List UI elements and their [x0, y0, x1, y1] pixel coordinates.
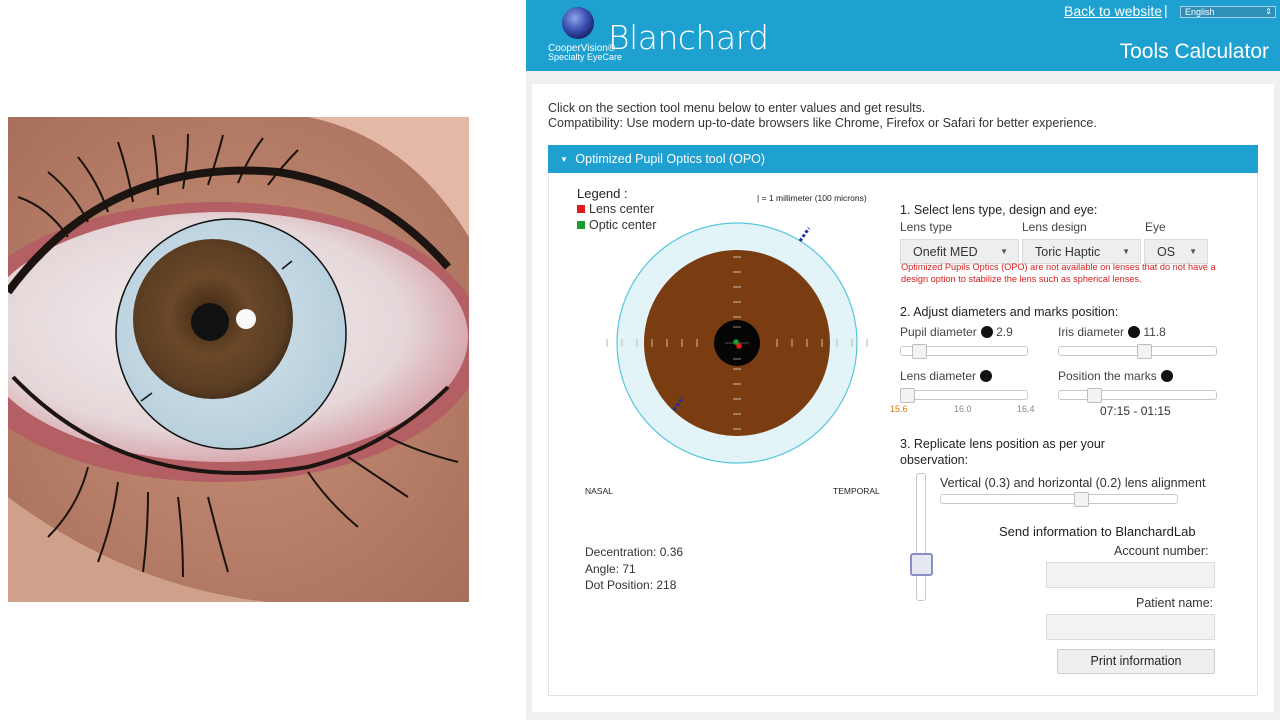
pupil-diameter-value: 2.9: [996, 325, 1013, 339]
lens-design-label: Lens design: [1022, 220, 1087, 234]
patient-name-label: Patient name:: [1136, 596, 1214, 610]
alignment-label: Vertical (0.3) and horizontal (0.2) lens…: [940, 476, 1206, 490]
lens-tick-3: 16.4: [1017, 404, 1035, 414]
intro-text: Click on the section tool menu below to …: [548, 101, 1097, 131]
brand-name: Blanchard: [608, 18, 769, 57]
section-header-opo[interactable]: ▼ Optimized Pupil Optics tool (OPO): [548, 145, 1258, 173]
pupil-diameter-thumb[interactable]: [912, 344, 928, 359]
nasal-label: NASAL: [585, 486, 613, 496]
green-square-icon: [577, 221, 585, 229]
lens-diameter-label: Lens diameter: [900, 369, 993, 383]
header-separator: |: [1164, 2, 1168, 18]
iris-diameter-value: 11.8: [1143, 325, 1166, 339]
eye-value: OS: [1157, 245, 1176, 259]
language-value: English: [1185, 7, 1215, 17]
marks-position-thumb[interactable]: [1086, 388, 1102, 403]
lens-tick-1: 15.6: [890, 404, 908, 414]
legend-title: Legend :: [577, 186, 628, 201]
language-select[interactable]: English ⇕: [1180, 6, 1276, 18]
vertical-alignment-track[interactable]: [916, 473, 926, 601]
horizontal-alignment-track[interactable]: [940, 494, 1178, 504]
screen: CooperVision® Specialty EyeCare Blanchar…: [0, 0, 1280, 720]
lens-diameter-track[interactable]: [900, 390, 1028, 400]
lens-tick-2: 16.0: [954, 404, 972, 414]
app-window: CooperVision® Specialty EyeCare Blanchar…: [526, 0, 1280, 720]
iris-diameter-label: Iris diameter 11.8: [1058, 325, 1166, 339]
patient-name-input[interactable]: [1046, 614, 1215, 640]
upper-mark[interactable]: [798, 227, 811, 242]
info-dot-icon: [1128, 326, 1141, 338]
language-arrows-icon: ⇕: [1265, 7, 1272, 16]
results-block: Decentration: 0.36 Angle: 71 Dot Positio…: [585, 544, 683, 594]
back-to-website-link[interactable]: Back to website: [1064, 3, 1162, 19]
lens-center-dot: [736, 343, 742, 349]
info-dot-icon: [1160, 370, 1173, 382]
lens-type-label: Lens type: [900, 220, 953, 234]
horizontal-alignment-thumb[interactable]: [1073, 492, 1089, 507]
step3-title-line2: observation:: [900, 453, 969, 467]
angle-value: Angle: 71: [585, 561, 636, 576]
info-dot-icon: [980, 370, 993, 382]
opo-tool-panel: Legend : Lens center Optic center | = 1 …: [548, 173, 1258, 696]
lens-diameter-text: Lens diameter: [900, 369, 977, 383]
marks-position-track[interactable]: [1058, 390, 1217, 400]
iris-diameter-thumb[interactable]: [1137, 344, 1153, 359]
main-content: Click on the section tool menu below to …: [532, 84, 1274, 712]
info-dot-icon: [980, 326, 993, 338]
photo-panel: [0, 0, 526, 720]
marks-position-value: 07:15 - 01:15: [1100, 404, 1171, 418]
red-square-icon: [577, 205, 585, 213]
account-number-label: Account number:: [1114, 544, 1209, 558]
step3-title: 3. Replicate lens position as per your o…: [900, 436, 1105, 468]
pupil-diameter-label: Pupil diameter 2.9: [900, 325, 1013, 339]
caret-down-icon: ▼: [560, 155, 568, 164]
step2-title: 2. Adjust diameters and marks position:: [900, 305, 1119, 319]
eye-photo: [8, 117, 469, 602]
step1-title: 1. Select lens type, design and eye:: [900, 203, 1098, 217]
page-title: Tools Calculator: [1119, 40, 1269, 63]
vertical-alignment-thumb[interactable]: [910, 553, 933, 576]
marks-position-label: Position the marks: [1058, 369, 1173, 383]
lens-design-value: Toric Haptic: [1035, 245, 1101, 259]
header-bar: CooperVision® Specialty EyeCare Blanchar…: [526, 0, 1280, 71]
scale-note: | = 1 millimeter (100 microns): [757, 193, 867, 203]
lens-type-value: Onefit MED: [913, 245, 978, 259]
intro-line-1: Click on the section tool menu below to …: [548, 101, 926, 115]
opo-warning: Optimized Pupils Optics (OPO) are not av…: [901, 262, 1216, 284]
eye-label: Eye: [1145, 220, 1166, 234]
marks-position-text: Position the marks: [1058, 369, 1157, 383]
pupil-diameter-text: Pupil diameter: [900, 325, 977, 339]
account-number-input[interactable]: [1046, 562, 1215, 588]
lens-diameter-thumb[interactable]: [900, 388, 915, 403]
step3-title-line1: 3. Replicate lens position as per your: [900, 437, 1105, 451]
intro-line-2: Compatibility: Use modern up-to-date bro…: [548, 116, 1097, 130]
temporal-label: TEMPORAL: [833, 486, 880, 496]
eye-photo-graphic: [8, 117, 469, 602]
decentration-value: Decentration: 0.36: [585, 545, 684, 559]
iris-diameter-text: Iris diameter: [1058, 325, 1125, 339]
legend-lens-center: Lens center: [577, 202, 654, 216]
dot-position-value: Dot Position: 218: [585, 578, 677, 592]
section-title: Optimized Pupil Optics tool (OPO): [575, 152, 766, 166]
legend-lens-center-label: Lens center: [589, 202, 655, 216]
print-information-button[interactable]: Print information: [1057, 649, 1215, 674]
lens-diagram[interactable]: [597, 217, 877, 479]
send-title: Send information to BlanchardLab: [999, 524, 1196, 539]
